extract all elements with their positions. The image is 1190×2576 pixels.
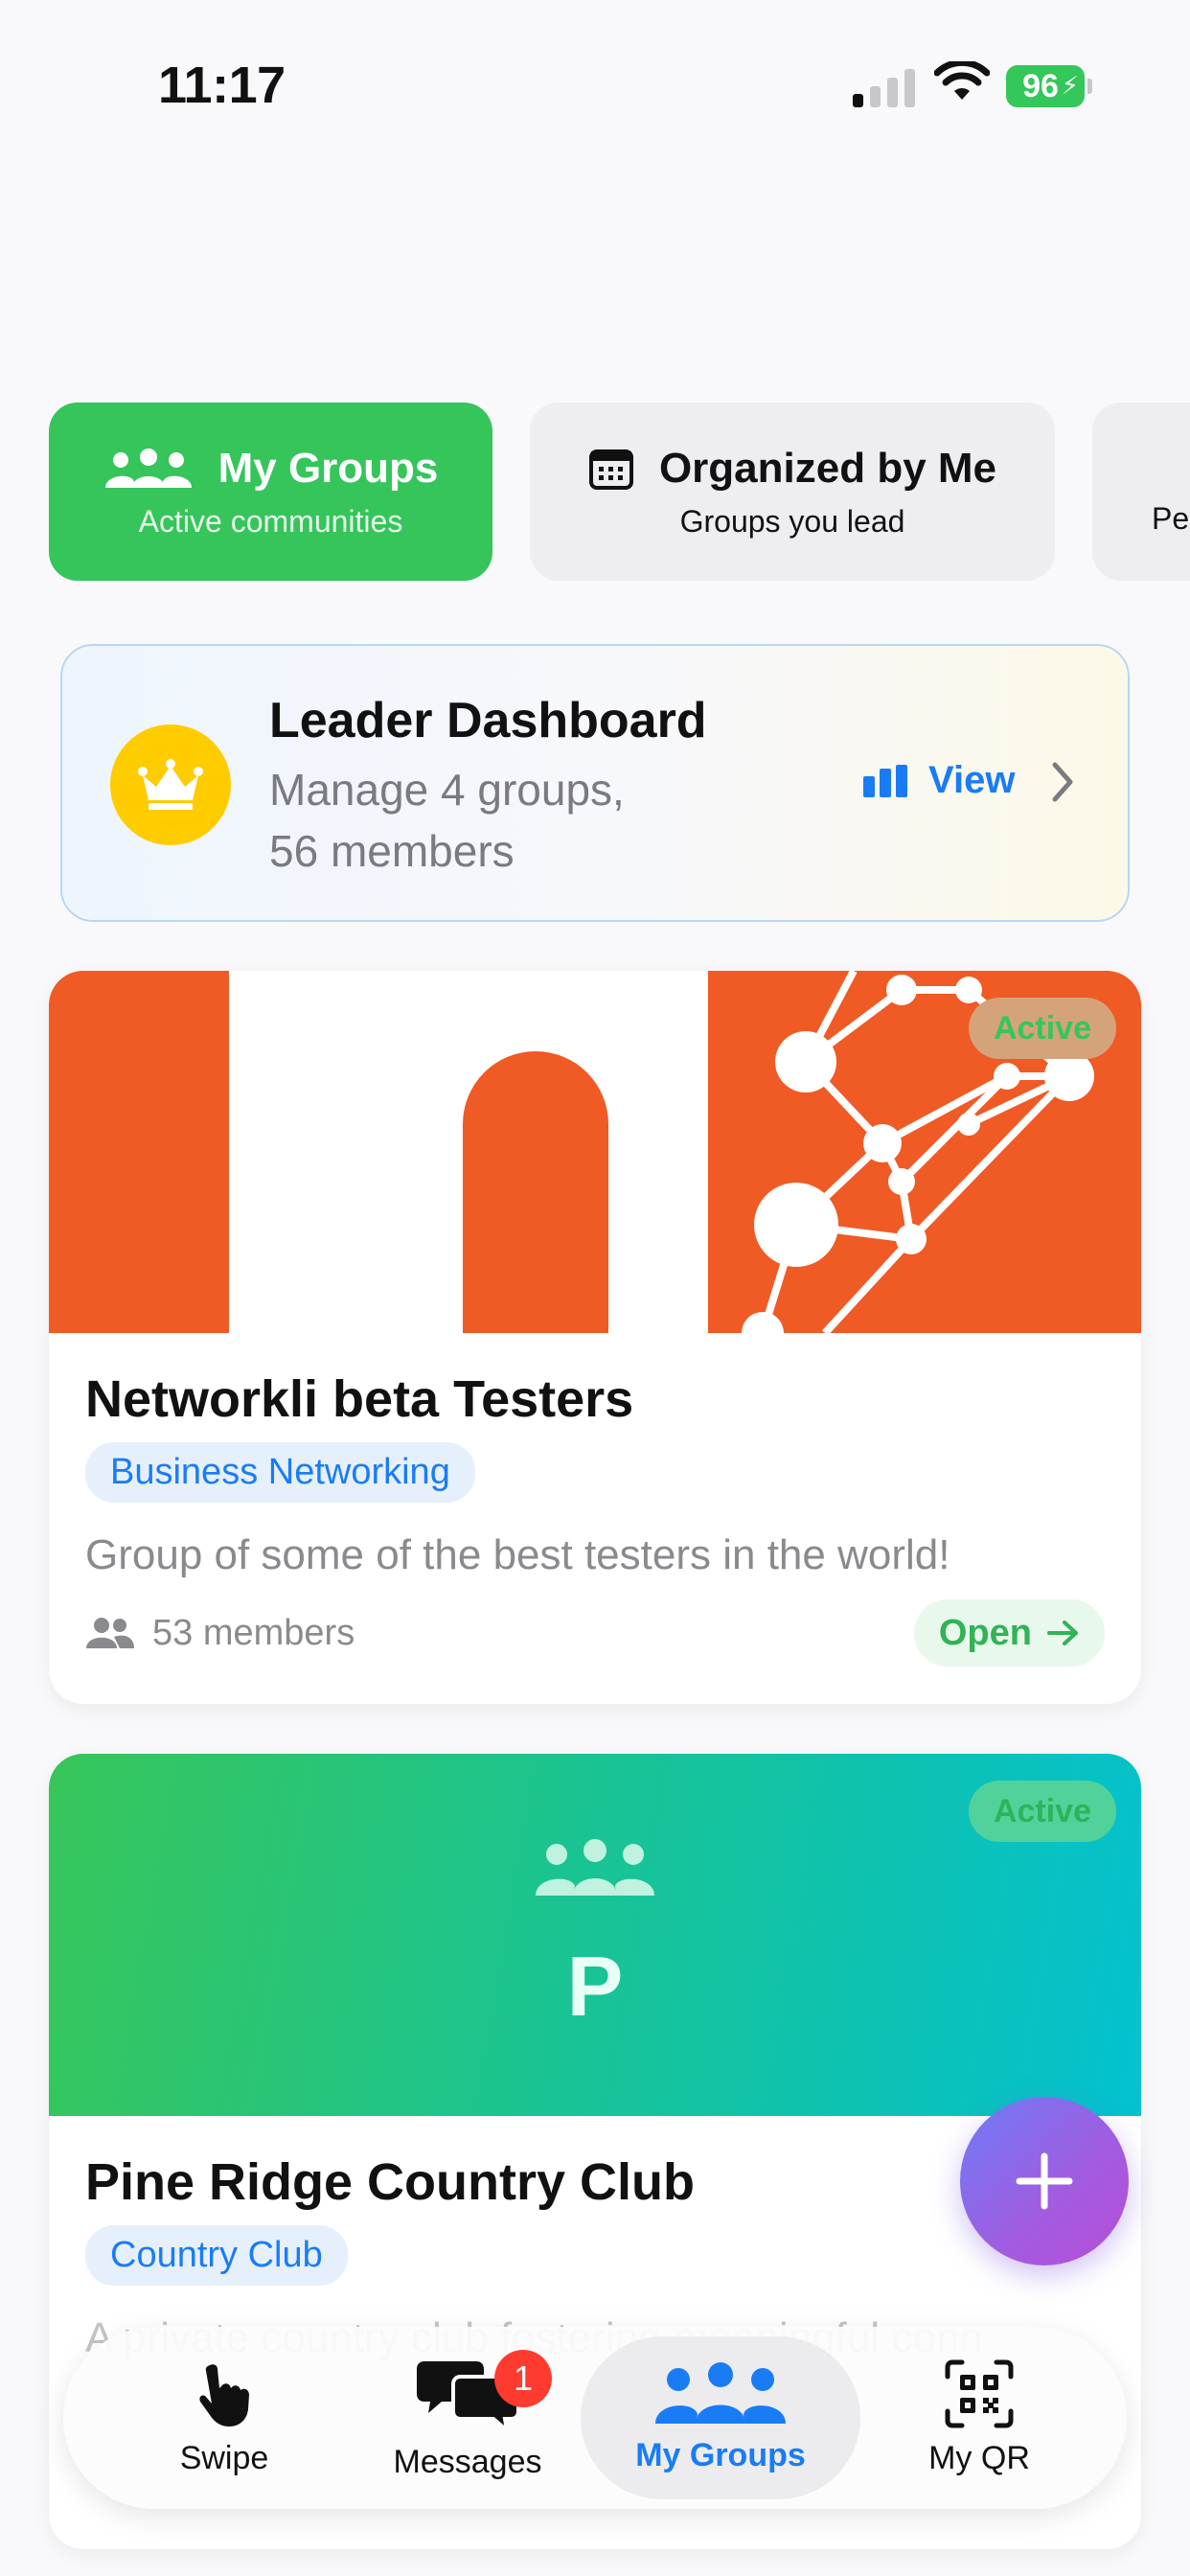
bar-chart-icon <box>863 764 907 797</box>
group-name: Networkli beta Testers <box>85 1370 634 1428</box>
qr-code-icon <box>945 2359 1014 2427</box>
chevron-right-icon <box>1052 762 1073 802</box>
battery-cap <box>1087 79 1092 94</box>
leader-dashboard-subtitle: Manage 4 groups, 56 members <box>269 765 625 876</box>
status-bar: 11:17 96 ⚡ <box>0 0 1190 172</box>
member-count-text: 53 members <box>152 1612 355 1653</box>
bottom-tab-bar: Swipe Messages 1 My Groups My QR <box>63 2327 1127 2509</box>
tab-swipe-label: Swipe <box>179 2439 269 2476</box>
crown-icon <box>138 759 203 810</box>
cellular-signal-icon <box>853 67 915 107</box>
calendar-icon <box>588 448 633 490</box>
people-icon <box>655 2361 786 2424</box>
group-banner-networkli: Active <box>49 971 1141 1333</box>
group-card-networkli[interactable]: Active Networkli beta Testers Business N… <box>49 971 1141 1704</box>
hand-tap-icon <box>199 2363 249 2426</box>
status-badge: Active <box>968 998 1116 1059</box>
leader-dashboard-title: Leader Dashboard <box>269 693 707 748</box>
battery-indicator: 96 ⚡ <box>1006 65 1085 107</box>
group-banner-pine-ridge: Active P <box>49 1754 1141 2116</box>
tab-my-groups-nav[interactable]: My Groups <box>581 2336 860 2499</box>
plus-icon <box>1016 2152 1073 2210</box>
tab-organized-sub: Groups you lead <box>679 503 905 539</box>
arrow-right-icon <box>1047 1621 1078 1645</box>
group-name: Pine Ridge Country Club <box>85 2153 696 2211</box>
category-tag: Country Club <box>85 2225 348 2286</box>
tab-messages[interactable]: Messages 1 <box>372 2327 563 2509</box>
filter-tabs: My Groups Active communities Organized b… <box>49 402 1190 581</box>
people-icon <box>104 448 192 488</box>
battery-level: 96 <box>1022 67 1059 104</box>
add-group-button[interactable] <box>960 2097 1129 2266</box>
unread-badge: 1 <box>494 2350 552 2407</box>
tab-my-groups-label: My Groups <box>217 444 439 492</box>
members-icon <box>86 1618 134 1648</box>
tab-my-groups-nav-label: My Groups <box>635 2436 806 2473</box>
wifi-icon <box>934 61 990 100</box>
status-time: 11:17 <box>158 57 286 114</box>
leader-dashboard-card[interactable]: Leader Dashboard Manage 4 groups, 56 mem… <box>60 644 1130 922</box>
view-label: View <box>928 759 1016 801</box>
group-description: Group of some of the best testers in the… <box>85 1531 950 1578</box>
view-button[interactable]: View <box>863 759 1015 802</box>
tab-partial[interactable]: Pe <box>1092 402 1190 581</box>
open-label: Open <box>938 1612 1032 1653</box>
tab-swipe[interactable]: Swipe <box>128 2327 320 2509</box>
tab-organized-by-me[interactable]: Organized by Me Groups you lead <box>530 402 1055 581</box>
tab-partial-sub: Pe <box>1152 500 1190 536</box>
tab-messages-label: Messages <box>393 2443 542 2480</box>
tab-my-qr-label: My QR <box>928 2439 1030 2476</box>
open-group-button[interactable]: Open <box>913 1599 1105 1667</box>
people-icon <box>536 1839 654 1896</box>
charging-bolt-icon: ⚡ <box>1061 71 1079 100</box>
tab-my-groups[interactable]: My Groups Active communities <box>49 402 492 581</box>
category-tag: Business Networking <box>85 1442 475 1503</box>
group-initial: P <box>566 1939 624 2034</box>
tab-my-groups-sub: Active communities <box>138 503 403 539</box>
tab-organized-label: Organized by Me <box>658 444 997 492</box>
member-count: 53 members <box>85 1613 355 1654</box>
status-badge: Active <box>968 1781 1116 1842</box>
crown-badge <box>110 724 231 845</box>
tab-my-qr[interactable]: My QR <box>883 2327 1075 2509</box>
